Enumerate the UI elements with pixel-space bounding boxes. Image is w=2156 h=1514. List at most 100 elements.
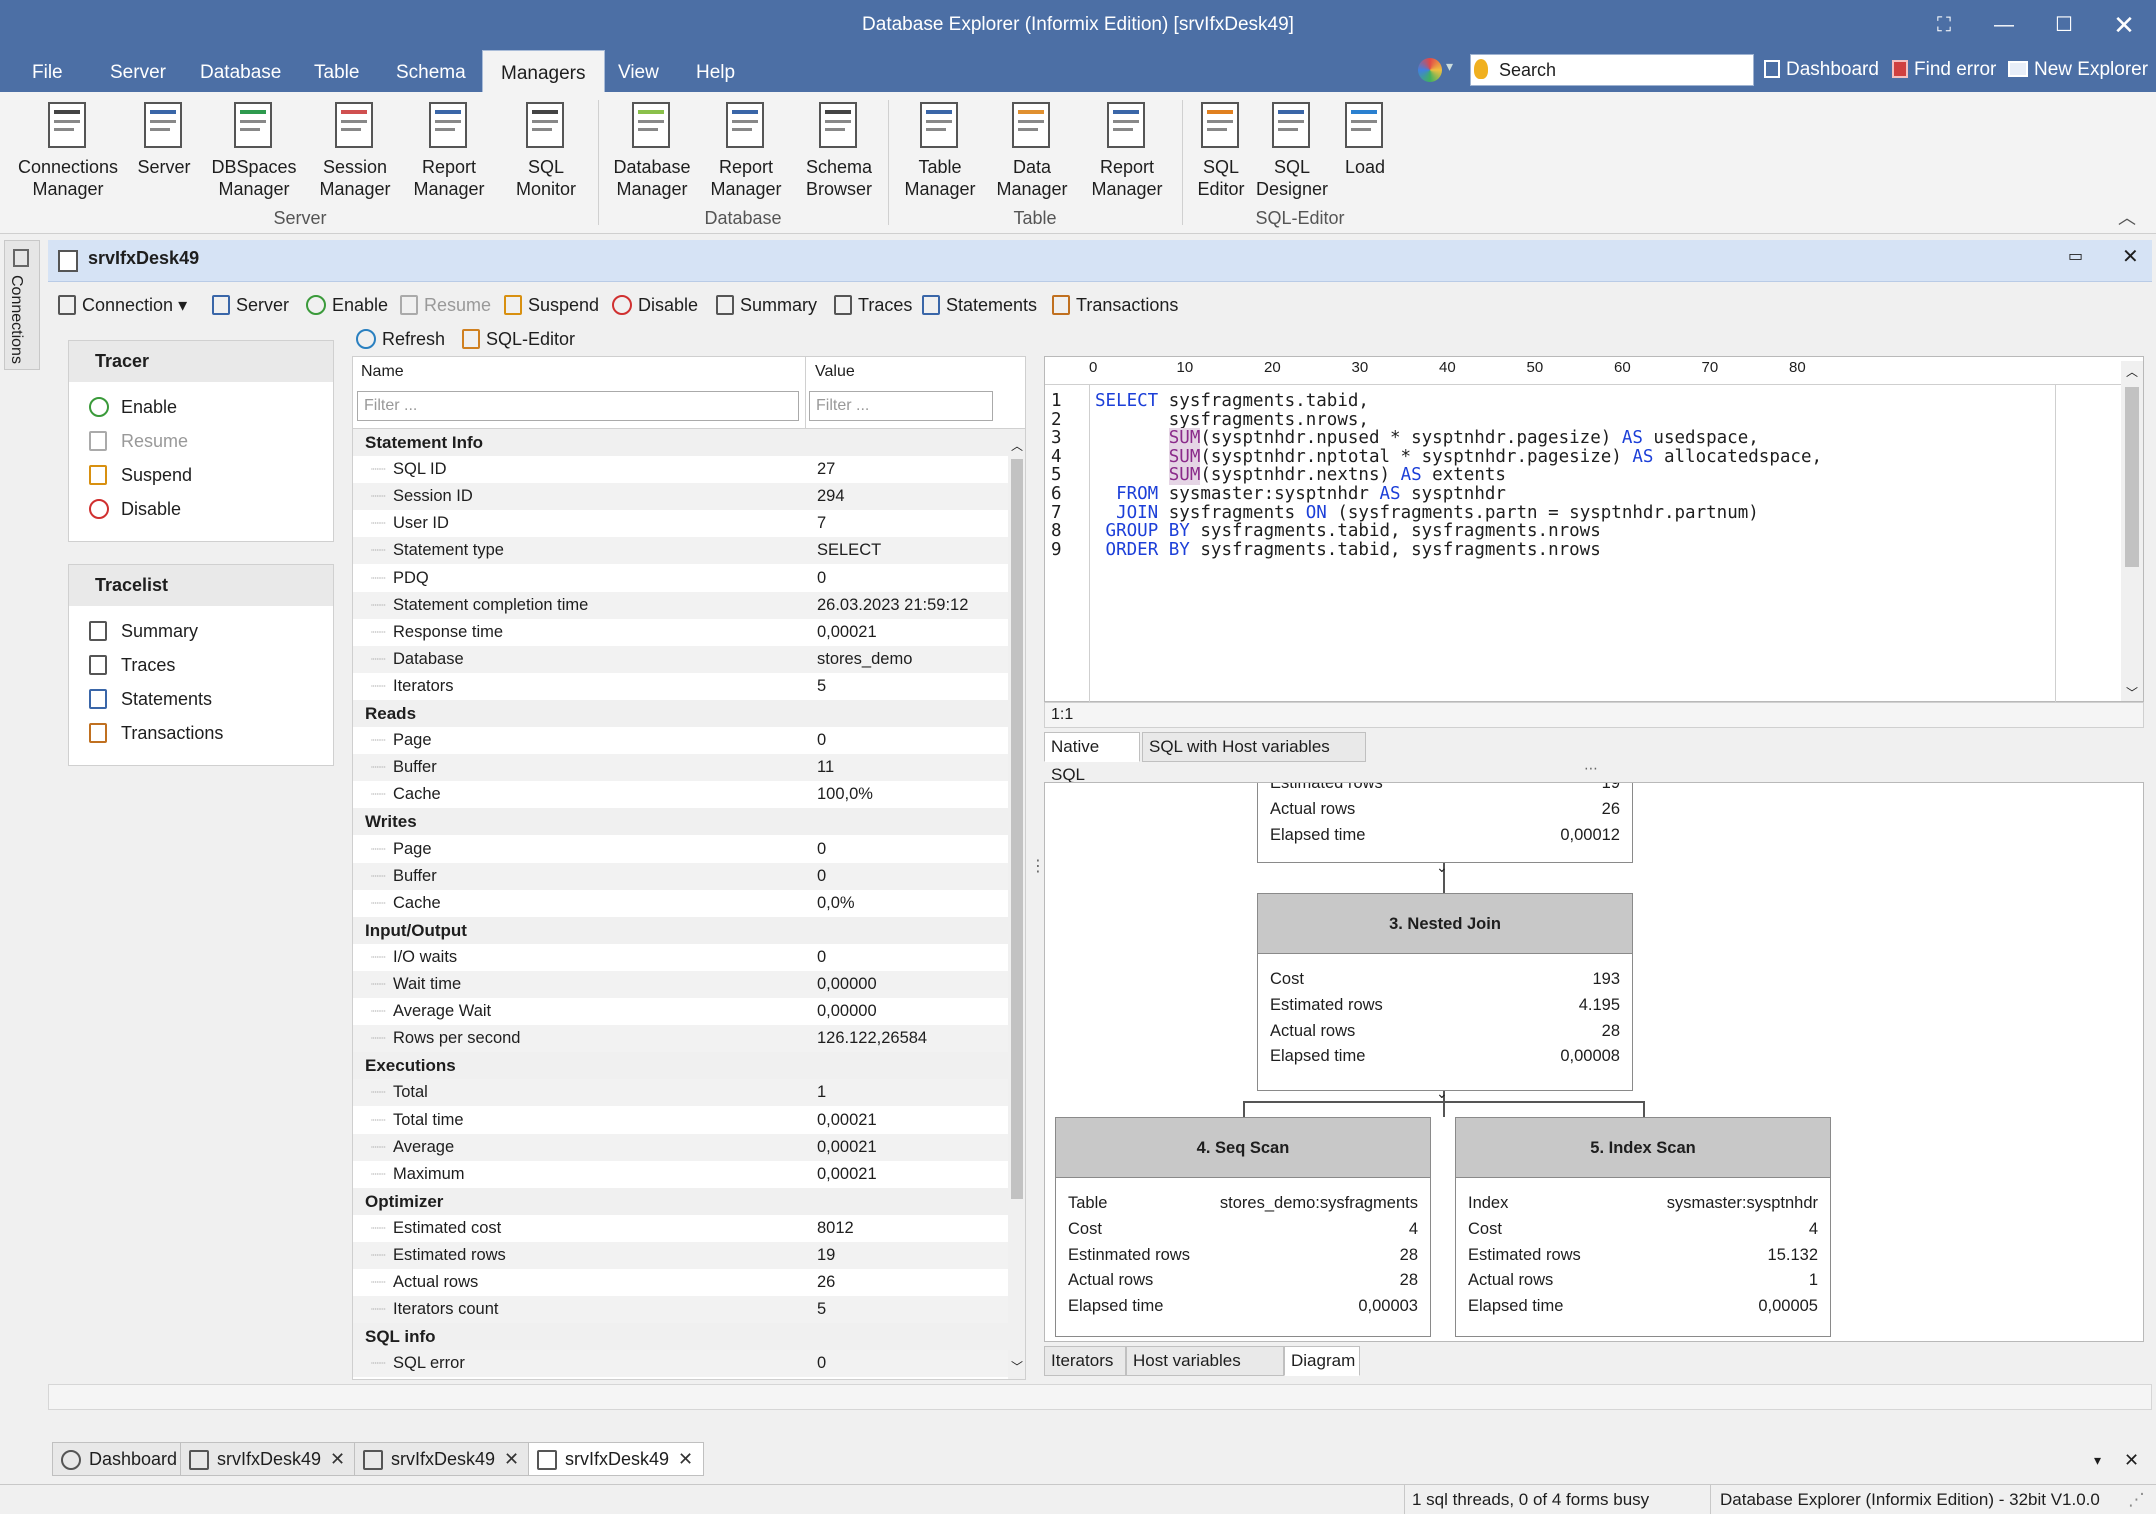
- grid-row[interactable]: ┈┈ User ID 7: [353, 510, 1008, 537]
- grid-row[interactable]: ┈┈ Buffer 0: [353, 862, 1008, 890]
- sql-scrollbar-thumb[interactable]: [2125, 387, 2139, 567]
- column-header-name[interactable]: Name: [361, 363, 404, 381]
- grid-row[interactable]: ┈┈ Response time 0,00021: [353, 619, 1008, 646]
- search-input[interactable]: Search: [1470, 54, 1754, 86]
- plan-node-index-scan[interactable]: 5. Index Scan Index sysmaster:sysptnhdr Cos…: [1455, 1117, 1831, 1337]
- grid-category-row[interactable]: Optimizer: [353, 1187, 1008, 1215]
- close-document-icon[interactable]: ✕: [2122, 244, 2139, 269]
- close-all-icon[interactable]: ✕: [2124, 1450, 2139, 1471]
- tab-list-chevron-icon[interactable]: ▾: [2094, 1452, 2101, 1469]
- plan-node-partial[interactable]: Estimated rows 19 Actual rows 26 Elapsed t…: [1257, 783, 1633, 863]
- scroll-up-icon[interactable]: ︿: [1011, 437, 1023, 454]
- sql-monitor-ribbon-button[interactable]: SQL Monitor: [496, 100, 596, 200]
- grid-row[interactable]: ┈┈ Average 0,00021: [353, 1133, 1008, 1161]
- scroll-up-icon[interactable]: ︿: [2126, 363, 2138, 380]
- scroll-down-icon[interactable]: ﹀: [2126, 684, 2138, 701]
- transactions-button[interactable]: Transactions: [1052, 292, 1178, 318]
- maximize-button[interactable]: ☐: [2034, 0, 2094, 50]
- grid-scrollbar-thumb[interactable]: [1011, 459, 1023, 1199]
- grid-category-row[interactable]: Executions: [353, 1052, 1008, 1080]
- menu-database[interactable]: Database: [182, 50, 299, 92]
- scroll-down-icon[interactable]: ﹀: [1011, 1358, 1023, 1375]
- grid-row[interactable]: ┈┈ Session ID 294: [353, 483, 1008, 511]
- grid-row[interactable]: ┈┈ I/O waits 0: [353, 944, 1008, 971]
- server-button[interactable]: Server: [212, 292, 289, 318]
- grid-scrollbar[interactable]: ︿ ﹀: [1008, 429, 1025, 1379]
- tab-sql-host-variables[interactable]: SQL with Host variables: [1142, 732, 1366, 762]
- tracelist-traces[interactable]: Traces: [69, 648, 333, 682]
- dashboard-link[interactable]: Dashboard: [1764, 54, 1879, 86]
- sql-scrollbar[interactable]: ︿ ﹀: [2121, 361, 2143, 701]
- name-filter-input[interactable]: Filter ...: [357, 391, 799, 421]
- grid-row[interactable]: ┈┈ Actual rows 26: [353, 1269, 1008, 1296]
- grid-row[interactable]: ┈┈ Statement completion time 26.03.2023 21…: [353, 591, 1008, 619]
- menu-file[interactable]: File: [14, 50, 81, 92]
- menu-managers[interactable]: Managers: [482, 50, 605, 92]
- tracer-enable[interactable]: Enable: [69, 390, 333, 424]
- restore-focus-icon[interactable]: ⛶: [1914, 0, 1974, 50]
- summary-button[interactable]: Summary: [716, 292, 817, 318]
- tab-host-variables[interactable]: Host variables: [1126, 1346, 1284, 1376]
- grid-row[interactable]: ┈┈ Wait time 0,00000: [353, 971, 1008, 998]
- sql-editor[interactable]: 0 10 20 30 40 50 60 70 80 1 SELECT sysfragments.t…: [1044, 356, 2144, 703]
- resize-grip-icon[interactable]: ⋰: [2128, 1485, 2145, 1514]
- sql-editor-ribbon-button[interactable]: SQL Editor: [1190, 100, 1252, 200]
- connections-side-tab[interactable]: Connections: [4, 240, 40, 370]
- grid-row[interactable]: ┈┈ Estimated cost 8012: [353, 1215, 1008, 1242]
- grid-row[interactable]: ┈┈ Average Wait 0,00000: [353, 998, 1008, 1025]
- plan-node-seq-scan[interactable]: 4. Seq Scan Table stores_demo:sysfragments…: [1055, 1117, 1431, 1337]
- tracer-disable[interactable]: Disable: [69, 492, 333, 526]
- tab-iterators[interactable]: Iterators: [1044, 1346, 1126, 1376]
- grid-category-row[interactable]: Writes: [353, 808, 1008, 836]
- table-ribbon-button[interactable]: Table Manager: [896, 100, 984, 200]
- menu-view[interactable]: View: [600, 50, 677, 92]
- sql-designer-ribbon-button[interactable]: SQL Designer: [1252, 100, 1332, 200]
- doc-tab-server-2[interactable]: srvIfxDesk49 ✕: [354, 1442, 531, 1476]
- menu-schema[interactable]: Schema: [378, 50, 484, 92]
- plan-node-nested-join[interactable]: 3. Nested Join Cost 193 Estimated rows 4.195…: [1257, 893, 1633, 1091]
- refresh-button[interactable]: Refresh: [356, 326, 445, 352]
- collapse-ribbon-icon[interactable]: ︿: [2118, 204, 2136, 230]
- grid-row[interactable]: ┈┈ Database stores_demo: [353, 645, 1008, 673]
- enable-button[interactable]: Enable: [306, 292, 388, 318]
- grid-row[interactable]: ┈┈ Cache 0,0%: [353, 890, 1008, 917]
- doc-tab-server-3[interactable]: srvIfxDesk49 ✕: [528, 1442, 705, 1476]
- close-tab-icon[interactable]: ✕: [678, 1443, 693, 1475]
- tracelist-summary[interactable]: Summary: [69, 614, 333, 648]
- report-ribbon-button[interactable]: Report Manager: [698, 100, 794, 200]
- column-header-value[interactable]: Value: [815, 363, 855, 381]
- tab-diagram[interactable]: Diagram: [1284, 1346, 1360, 1376]
- theme-icon[interactable]: [1418, 58, 1442, 82]
- data-ribbon-button[interactable]: Data Manager: [984, 100, 1080, 200]
- resume-button[interactable]: Resume: [400, 292, 491, 318]
- grid-row[interactable]: ┈┈ PDQ 0: [353, 565, 1008, 592]
- grid-row[interactable]: ┈┈ Page 0: [353, 727, 1008, 754]
- sql-editor-button[interactable]: SQL-Editor: [462, 326, 575, 352]
- minimize-button[interactable]: —: [1974, 0, 2034, 50]
- grid-row[interactable]: ┈┈ SQL ID 27: [353, 456, 1008, 483]
- menu-table[interactable]: Table: [296, 50, 377, 92]
- grid-row[interactable]: ┈┈ SQL error 0: [353, 1350, 1008, 1378]
- grid-row[interactable]: ┈┈ Statement type SELECT: [353, 537, 1008, 565]
- grid-row[interactable]: ┈┈ Page 0: [353, 836, 1008, 863]
- connections-ribbon-button[interactable]: Connections Manager: [8, 100, 128, 200]
- doc-tab-server-1[interactable]: srvIfxDesk49 ✕: [180, 1442, 357, 1476]
- grid-row[interactable]: ┈┈ Iterators count 5: [353, 1296, 1008, 1324]
- session-ribbon-button[interactable]: Session Manager: [308, 100, 402, 200]
- close-tab-icon[interactable]: ✕: [330, 1443, 345, 1475]
- grid-row[interactable]: ┈┈ Rows per second 126.122,26584: [353, 1025, 1008, 1053]
- value-filter-input[interactable]: Filter ...: [809, 391, 993, 421]
- tracer-suspend[interactable]: Suspend: [69, 458, 333, 492]
- pin-icon[interactable]: ▭: [2068, 246, 2083, 266]
- dbspaces-ribbon-button[interactable]: DBSpaces Manager: [200, 100, 308, 200]
- menu-server[interactable]: Server: [92, 50, 184, 92]
- statements-button[interactable]: Statements: [922, 292, 1037, 318]
- grid-row[interactable]: ┈┈ Total 1: [353, 1079, 1008, 1107]
- grid-category-row[interactable]: Input/Output: [353, 916, 1008, 944]
- grid-row[interactable]: ┈┈ Buffer 11: [353, 754, 1008, 782]
- tracelist-transactions[interactable]: Transactions: [69, 716, 333, 750]
- chevron-down-icon[interactable]: ▾: [1446, 58, 1453, 75]
- tracelist-statements[interactable]: Statements: [69, 682, 333, 716]
- grid-row[interactable]: ┈┈ Maximum 0,00021: [353, 1161, 1008, 1188]
- grid-category-row[interactable]: SQL info: [353, 1323, 1008, 1351]
